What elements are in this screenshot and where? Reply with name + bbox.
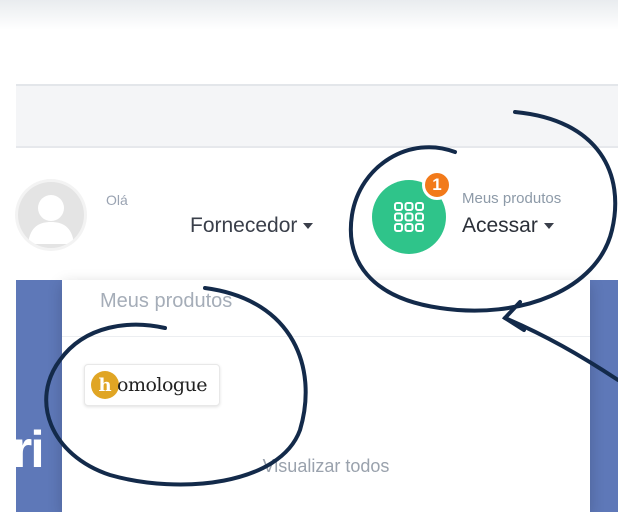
role-dropdown[interactable]: Fornecedor (190, 214, 314, 238)
homologue-product-link[interactable]: h omologue (84, 364, 220, 406)
products-access-label: Acessar (462, 214, 538, 237)
homologue-logo-text: omologue (117, 374, 208, 396)
dropdown-title: Meus produtos (100, 290, 233, 312)
role-label: Fornecedor (190, 214, 298, 237)
top-bar-shadow (0, 0, 618, 30)
caret-down-icon (303, 223, 314, 229)
products-dropdown-menu: Meus produtos h omologue Visualizar todo… (62, 280, 590, 512)
greeting-text: Olá (106, 192, 128, 208)
dropdown-divider (62, 336, 590, 337)
banner-partial-text: ri (12, 421, 45, 479)
view-all-link[interactable]: Visualizar todos (62, 456, 590, 477)
homologue-logo-mark: h (91, 371, 119, 399)
products-access-dropdown[interactable]: Acessar (462, 214, 554, 238)
user-avatar-icon[interactable] (18, 182, 84, 248)
navigation-band (16, 84, 618, 148)
caret-down-icon (543, 223, 554, 229)
products-subtitle: Meus produtos (462, 190, 562, 207)
notification-badge: 1 (422, 170, 452, 200)
